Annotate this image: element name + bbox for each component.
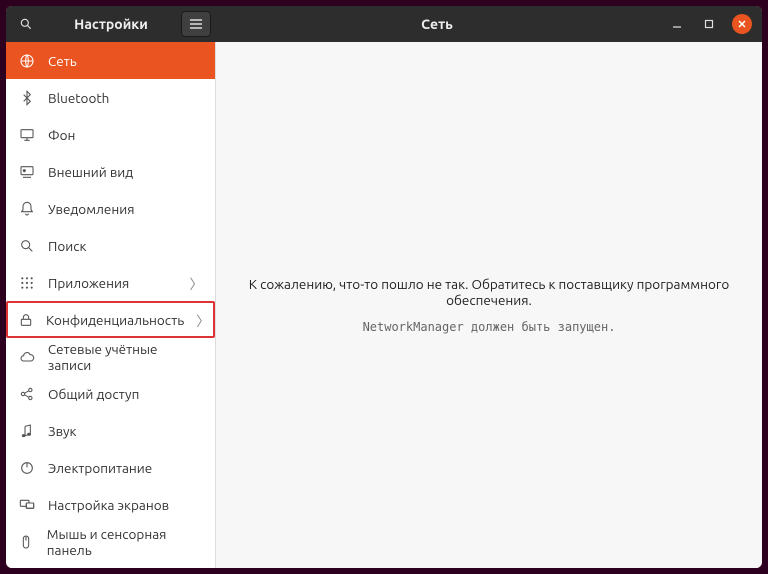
sidebar-item-конфиденциальность[interactable]: Конфиденциальность 〉 (6, 301, 215, 338)
minimize-icon (672, 19, 682, 29)
titlebar: Настройки Сеть (6, 6, 762, 42)
sidebar-item-label: Приложения (48, 275, 129, 291)
sidebar-item-сеть[interactable]: Сеть (6, 42, 215, 79)
titlebar-left: Настройки (6, 6, 216, 42)
titlebar-right: Сеть (216, 6, 762, 42)
maximize-button[interactable] (700, 15, 718, 33)
minimize-button[interactable] (668, 15, 686, 33)
lock-icon (18, 312, 34, 328)
power-icon (18, 460, 36, 476)
chevron-right-icon: 〉 (190, 273, 204, 293)
chevron-right-icon: 〉 (196, 310, 210, 330)
sidebar-item-label: Мышь и сенсорная панель (47, 526, 203, 558)
hamburger-icon (189, 18, 203, 30)
cloud-icon (18, 349, 36, 365)
sidebar-item-приложения[interactable]: Приложения 〉 (6, 264, 215, 301)
settings-window: Настройки Сеть Сеть Bluetooth Фон Внешний в… (6, 6, 762, 568)
sidebar-item-настройка-экранов[interactable]: Настройка экранов (6, 486, 215, 523)
content-panel: К сожалению, что-то пошло не так. Обрати… (216, 42, 762, 568)
close-icon (737, 19, 747, 29)
sidebar: Сеть Bluetooth Фон Внешний вид Уведомления По… (6, 42, 216, 568)
sidebar-item-label: Сетевые учётные записи (48, 341, 203, 373)
sidebar-item-label: Конфиденциальность (46, 312, 184, 328)
sidebar-item-внешний-вид[interactable]: Внешний вид (6, 153, 215, 190)
sidebar-item-сетевые-уч-тные-записи[interactable]: Сетевые учётные записи (6, 338, 215, 375)
bell-icon (18, 201, 36, 217)
globe-icon (18, 53, 36, 69)
sound-icon (18, 423, 36, 439)
mouse-icon (18, 534, 35, 550)
hamburger-button[interactable] (181, 11, 211, 37)
sidebar-item-bluetooth[interactable]: Bluetooth (6, 79, 215, 116)
sidebar-item-мышь-и-сенсорная-панель[interactable]: Мышь и сенсорная панель (6, 523, 215, 560)
sidebar-item-фон[interactable]: Фон (6, 116, 215, 153)
sidebar-item-поиск[interactable]: Поиск (6, 227, 215, 264)
sidebar-item-label: Фон (48, 127, 75, 143)
bluetooth-icon (18, 90, 36, 106)
search-icon (19, 17, 33, 31)
error-detail: NetworkManager должен быть запущен. (363, 320, 616, 334)
sidebar-item-общий-доступ[interactable]: Общий доступ (6, 375, 215, 412)
sidebar-item-label: Общий доступ (48, 386, 139, 402)
sidebar-item-label: Поиск (48, 238, 86, 254)
sidebar-item-label: Bluetooth (48, 90, 109, 106)
displays-icon (18, 497, 36, 513)
sidebar-item-label: Уведомления (48, 201, 135, 217)
error-message: К сожалению, что-то пошло не так. Обрати… (236, 276, 742, 308)
sidebar-title: Настройки (46, 16, 176, 32)
sidebar-item-label: Внешний вид (48, 164, 133, 180)
sidebar-item-label: Электропитание (48, 460, 152, 476)
apps-icon (18, 275, 36, 291)
sidebar-item-label: Сеть (48, 53, 77, 69)
close-button[interactable] (732, 14, 752, 34)
sidebar-item-звук[interactable]: Звук (6, 412, 215, 449)
window-body: Сеть Bluetooth Фон Внешний вид Уведомления По… (6, 42, 762, 568)
search-button[interactable] (11, 11, 41, 37)
share-icon (18, 386, 36, 402)
search-icon (18, 238, 36, 254)
sidebar-item-label: Звук (48, 423, 77, 439)
page-title: Сеть (216, 16, 658, 32)
monitor-icon (18, 127, 36, 143)
appearance-icon (18, 164, 36, 180)
sidebar-item-уведомления[interactable]: Уведомления (6, 190, 215, 227)
sidebar-item-label: Настройка экранов (48, 497, 169, 513)
window-controls (658, 14, 762, 34)
sidebar-item-электропитание[interactable]: Электропитание (6, 449, 215, 486)
maximize-icon (704, 19, 714, 29)
